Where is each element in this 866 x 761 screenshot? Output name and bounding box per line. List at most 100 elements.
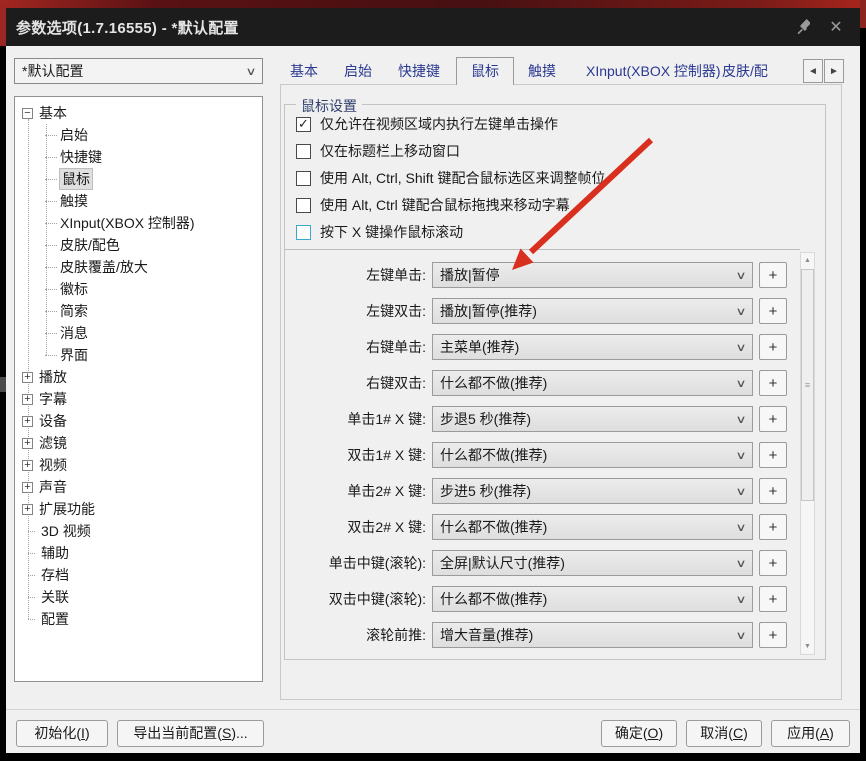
- tree-item-label: 声音: [39, 479, 67, 495]
- tree-item-label: 界面: [60, 347, 88, 363]
- titlebar[interactable]: 参数选项(1.7.16555) - *默认配置 ✕: [6, 8, 860, 46]
- tab-page-border: [280, 84, 842, 700]
- close-icon[interactable]: ✕: [826, 17, 846, 37]
- tree-item[interactable]: + 扩展功能: [15, 498, 262, 520]
- tree-connector: [45, 222, 57, 224]
- dialog-client-area: *默认配置 ∨ 基本 启始 快捷键 鼠标 触摸 XInput(XBOX 控制器)…: [6, 46, 860, 753]
- tree-item[interactable]: + 字幕: [15, 388, 262, 410]
- tree-item-label: 徽标: [60, 281, 88, 297]
- tree-expand-icon[interactable]: +: [22, 437, 33, 449]
- tree-connector: [45, 354, 57, 356]
- tree-item-label: 关联: [41, 589, 69, 605]
- tree-item[interactable]: 存档: [15, 564, 262, 586]
- tree-item[interactable]: 皮肤/配色: [15, 234, 262, 256]
- tree-item-label: 设备: [39, 413, 67, 429]
- tree-expand-icon[interactable]: +: [22, 393, 33, 405]
- preferences-dialog: 参数选项(1.7.16555) - *默认配置 ✕ *默认配置 ∨ 基本 启始 …: [0, 0, 866, 761]
- tree-connector: [45, 266, 57, 268]
- tree-item-label: 消息: [60, 325, 88, 341]
- config-selector-value: *默认配置: [22, 63, 84, 79]
- tree-expand-icon[interactable]: +: [22, 371, 33, 383]
- tab-startup[interactable]: 启始: [344, 58, 372, 84]
- tree-item-label: 简索: [60, 303, 88, 319]
- export-config-button[interactable]: 导出当前配置(S)...: [117, 720, 264, 747]
- tab-scroll-right-icon[interactable]: ►: [824, 59, 844, 83]
- window-title: 参数选项(1.7.16555) - *默认配置: [16, 19, 239, 37]
- tree-item-label: 鼠标: [59, 168, 93, 190]
- tree-item-label: 触摸: [60, 193, 88, 209]
- tree-connector: [45, 310, 57, 312]
- tree-item-label: 辅助: [41, 545, 69, 561]
- tree-connector: [28, 574, 35, 576]
- tree-connector: [45, 178, 57, 180]
- tree-item-label: 字幕: [39, 391, 67, 407]
- tab-touch[interactable]: 触摸: [528, 58, 556, 84]
- tree-item[interactable]: 快捷键: [15, 146, 262, 168]
- tree-item[interactable]: 启始: [15, 124, 262, 146]
- tree-item-label: 配置: [41, 611, 69, 627]
- config-selector[interactable]: *默认配置 ∨: [14, 58, 263, 84]
- tree-item-selected[interactable]: 鼠标: [15, 168, 262, 190]
- footer-separator: [6, 709, 860, 710]
- tab-scroll-left-icon[interactable]: ◄: [803, 59, 823, 83]
- tree-item[interactable]: 简索: [15, 300, 262, 322]
- tree-item-label: 快捷键: [60, 149, 102, 165]
- tree-item[interactable]: + 设备: [15, 410, 262, 432]
- tree-connector: [28, 618, 35, 620]
- tree-item[interactable]: 触摸: [15, 190, 262, 212]
- tree-item[interactable]: XInput(XBOX 控制器): [15, 212, 262, 234]
- tree-expand-icon[interactable]: +: [22, 503, 33, 515]
- tree-connector: [45, 332, 57, 334]
- desktop-red-sliver-right: [860, 0, 866, 28]
- tree-item-label: 滤镜: [39, 435, 67, 451]
- tree-item-label: 存档: [41, 567, 69, 583]
- settings-tree: − 基本 启始 快捷键 鼠标 触摸 XInput(XBOX 控制器) 皮肤/配色 …: [14, 96, 263, 682]
- tab-basic[interactable]: 基本: [290, 58, 318, 84]
- tree-expand-icon[interactable]: +: [22, 481, 33, 493]
- tree-item[interactable]: + 视频: [15, 454, 262, 476]
- tree-connector: [45, 134, 57, 136]
- tree-item[interactable]: 徽标: [15, 278, 262, 300]
- tab-hotkeys[interactable]: 快捷键: [398, 58, 440, 84]
- tree-item-label: 3D 视频: [41, 523, 91, 539]
- chevron-down-icon: ∨: [245, 65, 257, 78]
- groupbox-title: 鼠标设置: [296, 96, 362, 116]
- tree-item-label: 基本: [39, 105, 67, 121]
- desktop-red-strip: [0, 0, 866, 8]
- tab-xinput[interactable]: XInput(XBOX 控制器): [586, 58, 721, 84]
- tree-item[interactable]: 辅助: [15, 542, 262, 564]
- initialize-button[interactable]: 初始化(I): [16, 720, 108, 747]
- tree-item-label: XInput(XBOX 控制器): [60, 215, 195, 231]
- tree-item-label: 视频: [39, 457, 67, 473]
- tree-expand-icon[interactable]: +: [22, 415, 33, 427]
- pin-icon[interactable]: [792, 17, 812, 37]
- tree-item-label: 皮肤/配色: [60, 237, 120, 253]
- tree-item-label: 扩展功能: [39, 501, 95, 517]
- tree-item[interactable]: 3D 视频: [15, 520, 262, 542]
- tree-connector: [28, 596, 35, 598]
- tree-connector: [45, 288, 57, 290]
- tree-item-label: 播放: [39, 369, 67, 385]
- tree-connector: [28, 552, 35, 554]
- tab-skin-truncated[interactable]: 皮肤/配: [722, 58, 774, 84]
- tree-item-label: 皮肤覆盖/放大: [60, 259, 148, 275]
- ok-button[interactable]: 确定(O): [601, 720, 677, 747]
- tree-item[interactable]: + 声音: [15, 476, 262, 498]
- tree-connector: [45, 244, 57, 246]
- tree-item-label: 启始: [60, 127, 88, 143]
- tree-item[interactable]: 消息: [15, 322, 262, 344]
- tree-item[interactable]: − 基本: [15, 102, 262, 124]
- tree-connector: [45, 200, 57, 202]
- tree-item[interactable]: 皮肤覆盖/放大: [15, 256, 262, 278]
- tree-item[interactable]: + 播放: [15, 366, 262, 388]
- tree-collapse-icon[interactable]: −: [22, 107, 33, 119]
- tree-item[interactable]: 关联: [15, 586, 262, 608]
- tab-mouse-selected[interactable]: 鼠标: [456, 57, 514, 85]
- tree-connector: [28, 530, 35, 532]
- tree-item[interactable]: 界面: [15, 344, 262, 366]
- apply-button[interactable]: 应用(A): [771, 720, 850, 747]
- tree-item[interactable]: + 滤镜: [15, 432, 262, 454]
- tree-item[interactable]: 配置: [15, 608, 262, 630]
- cancel-button[interactable]: 取消(C): [686, 720, 762, 747]
- tree-expand-icon[interactable]: +: [22, 459, 33, 471]
